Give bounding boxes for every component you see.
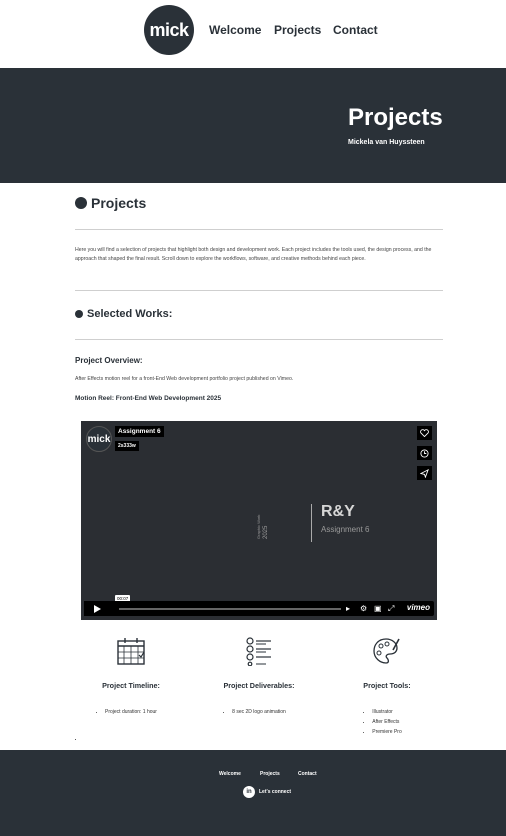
calendar-icon [117,638,145,665]
site-footer: Welcome Projects Contact in Let's connec… [0,750,506,836]
video-channel-avatar[interactable]: mick [86,426,112,452]
video-brand-text: R&Y [321,503,355,520]
reel-heading: Motion Reel: Front-End Web Development 2… [75,395,222,402]
list-item: 8 sec 2D logo animation [232,709,286,715]
video-player[interactable]: mick Assignment 6 2s333w Graphic Work 20… [81,421,437,620]
bullet-icon [75,197,87,209]
video-size-badge: 2s333w [115,441,139,451]
footer-link-contact[interactable]: Contact [298,771,317,777]
timeline-heading: Project Timeline: [102,681,160,690]
play-button[interactable] [84,601,110,616]
settings-icon[interactable]: ⚙ [360,604,367,613]
tools-column: Project Tools: Illustrator After Effects… [327,636,447,739]
footer-link-welcome[interactable]: Welcome [219,771,241,777]
heart-icon[interactable] [417,426,432,440]
volume-icon[interactable]: ▸ [346,604,350,613]
list-item: Project duration: 1 hour [105,709,157,715]
tools-list: Illustrator After Effects Premiere Pro [372,709,401,739]
bullet-icon [75,310,83,318]
play-icon [93,604,101,613]
send-icon[interactable] [417,466,432,480]
timeline-column: Project Timeline: Project duration: 1 ho… [71,636,191,719]
section-heading-projects: Projects [75,195,146,211]
pip-icon[interactable]: ▣ [374,604,382,613]
selected-works-text: Selected Works: [87,308,173,320]
vertical-caption-top: Graphic Work [256,515,261,539]
divider [75,290,443,291]
nav-welcome[interactable]: Welcome [209,23,261,37]
selected-works-heading: Selected Works: [75,308,172,320]
clock-icon[interactable] [417,446,432,460]
divider [75,339,443,340]
hero-title: Projects [348,104,443,131]
tools-heading: Project Tools: [363,681,411,690]
nav-contact[interactable]: Contact [333,23,378,37]
overview-heading: Project Overview: [75,356,143,365]
vimeo-logo[interactable]: vimeo [407,603,430,612]
video-frame-divider [311,504,312,542]
stray-dot [75,739,76,740]
list-item: Premiere Pro [372,729,401,735]
intro-paragraph: Here you will find a selection of projec… [75,247,432,262]
hero-subtitle: Mickela van Huyssteen [348,139,425,146]
footer-link-projects[interactable]: Projects [260,771,280,777]
list-item: Illustrator [372,709,401,715]
video-progress-track[interactable] [119,608,341,610]
list-item: After Effects [372,719,401,725]
video-frame-subtitle: Assignment 6 [321,525,370,534]
deliverables-heading: Project Deliverables: [223,681,295,690]
fullscreen-icon[interactable]: ⤢ [388,604,394,613]
site-logo[interactable]: mick [144,5,194,55]
section-heading-text: Projects [91,195,147,211]
footer-connect-link[interactable]: Let's connect [259,789,291,795]
linkedin-icon[interactable]: in [243,786,255,798]
palette-icon [373,638,400,664]
overview-text: After Effects motion reel for a front-En… [75,376,294,382]
deliverables-column: Project Deliverables: 8 sec 2D logo anim… [199,636,319,719]
checklist-icon [246,637,271,667]
deliverables-list: 8 sec 2D logo animation [232,709,286,719]
nav-projects[interactable]: Projects [274,23,321,37]
divider [75,229,443,230]
hero-banner: Projects Mickela van Huyssteen [0,68,506,183]
video-vertical-caption: Graphic Work 2025 [256,515,269,539]
vertical-caption-year: 2025 [263,525,269,539]
timeline-list: Project duration: 1 hour [105,709,157,719]
video-title[interactable]: Assignment 6 [115,426,164,437]
video-controls: ▸ ⚙ ▣ ⤢ vimeo [84,601,434,616]
top-bar: mick Welcome Projects Contact [0,0,506,68]
